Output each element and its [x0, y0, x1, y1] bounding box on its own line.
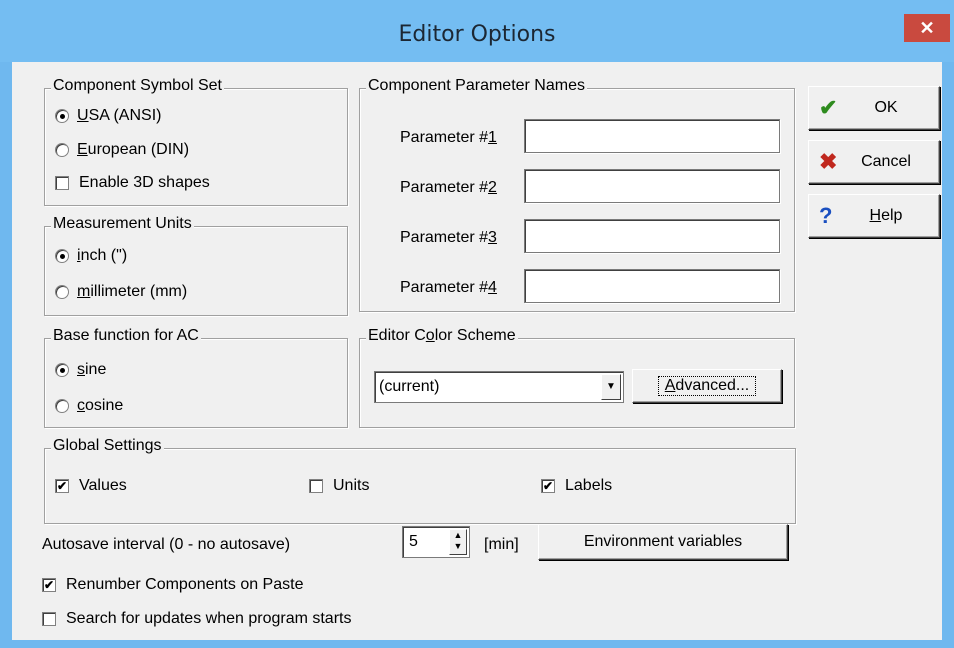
- question-icon: ?: [819, 203, 833, 228]
- autosave-interval-spinner[interactable]: 5 ▲ ▼: [402, 526, 470, 558]
- ac-function-title: Base function for AC: [51, 327, 201, 345]
- radio-cosine[interactable]: cosine: [55, 397, 123, 415]
- cancel-button[interactable]: ✖ Cancel: [808, 140, 940, 184]
- checkbox-box[interactable]: [309, 479, 323, 493]
- parameter-3-input[interactable]: [524, 219, 780, 253]
- param-names-group: Component Parameter Names Parameter #1 P…: [359, 77, 795, 312]
- radio-indicator[interactable]: [55, 249, 69, 263]
- close-icon: ✕: [919, 18, 935, 38]
- radio-european-din[interactable]: European (DIN): [55, 141, 189, 159]
- param-names-title: Component Parameter Names: [366, 77, 587, 95]
- chevron-down-icon[interactable]: ▼: [601, 374, 621, 400]
- radio-sine[interactable]: sine: [55, 361, 106, 379]
- symbol-set-group: Component Symbol Set USA (ANSI) European…: [44, 77, 348, 206]
- parameter-2-label: Parameter #2: [400, 179, 497, 196]
- x-icon: ✖: [819, 149, 838, 174]
- radio-indicator[interactable]: [55, 363, 69, 377]
- checkbox-units[interactable]: Units: [309, 477, 369, 495]
- autosave-unit: [min]: [484, 536, 519, 553]
- help-button[interactable]: ? Help: [808, 194, 940, 238]
- radio-label: inch ("): [77, 247, 128, 264]
- units-title: Measurement Units: [51, 215, 194, 233]
- help-label: Help: [869, 207, 903, 224]
- autosave-value: 5: [409, 533, 418, 550]
- checkbox-labels[interactable]: ✔ Labels: [541, 477, 612, 495]
- ac-function-group: Base function for AC sine cosine: [44, 327, 348, 428]
- checkbox-box[interactable]: ✔: [42, 578, 56, 592]
- radio-label: USA (ANSI): [77, 107, 162, 124]
- parameter-2-input[interactable]: [524, 169, 780, 203]
- checkbox-label: Search for updates when program starts: [66, 610, 352, 627]
- color-scheme-title: Editor Color Scheme: [366, 327, 518, 345]
- checkbox-label: Renumber Components on Paste: [66, 576, 304, 593]
- dialog-client-area: Component Symbol Set USA (ANSI) European…: [12, 62, 942, 640]
- radio-label: millimeter (mm): [77, 283, 188, 300]
- radio-usa-ansi[interactable]: USA (ANSI): [55, 107, 161, 125]
- ok-label: OK: [874, 99, 898, 116]
- radio-indicator[interactable]: [55, 143, 69, 157]
- parameter-1-label: Parameter #1: [400, 129, 497, 146]
- radio-label: cosine: [77, 397, 124, 414]
- color-scheme-select[interactable]: (current) ▼: [374, 371, 624, 403]
- checkbox-search-updates[interactable]: Search for updates when program starts: [42, 610, 351, 628]
- checkbox-enable-3d[interactable]: Enable 3D shapes: [55, 174, 210, 192]
- radio-indicator[interactable]: [55, 399, 69, 413]
- close-button[interactable]: ✕: [904, 14, 950, 42]
- checkbox-box[interactable]: [55, 176, 69, 190]
- spin-arrows-icon[interactable]: ▲ ▼: [449, 529, 467, 555]
- radio-indicator[interactable]: [55, 109, 69, 123]
- parameter-1-input[interactable]: [524, 119, 780, 153]
- environment-variables-label: Environment variables: [583, 533, 743, 550]
- symbol-set-title: Component Symbol Set: [51, 77, 224, 95]
- units-group: Measurement Units inch (") millimeter (m…: [44, 215, 348, 316]
- radio-indicator[interactable]: [55, 285, 69, 299]
- checkbox-values[interactable]: ✔ Values: [55, 477, 127, 495]
- checkbox-box[interactable]: ✔: [55, 479, 69, 493]
- autosave-label: Autosave interval (0 - no autosave): [42, 536, 291, 553]
- parameter-4-label: Parameter #4: [400, 279, 497, 296]
- parameter-3-label: Parameter #3: [400, 229, 497, 246]
- checkbox-label: Units: [333, 477, 370, 494]
- cancel-label: Cancel: [861, 153, 911, 170]
- title-bar[interactable]: Editor Options ✕: [0, 0, 954, 62]
- advanced-button[interactable]: Advanced...: [632, 369, 782, 403]
- color-scheme-group: Editor Color Scheme (current) ▼ Advanced…: [359, 327, 795, 428]
- checkmark-icon: ✔: [819, 95, 838, 120]
- global-settings-group: Global Settings ✔ Values Units ✔ Labels: [44, 437, 796, 524]
- checkbox-label: Enable 3D shapes: [79, 174, 210, 191]
- global-settings-title: Global Settings: [51, 437, 164, 455]
- advanced-label: Advanced...: [657, 376, 757, 396]
- ok-button[interactable]: ✔ OK: [808, 86, 940, 130]
- checkbox-renumber[interactable]: ✔ Renumber Components on Paste: [42, 576, 303, 594]
- environment-variables-button[interactable]: Environment variables: [538, 524, 788, 560]
- checkbox-label: Values: [79, 477, 127, 494]
- color-scheme-value: (current): [379, 378, 440, 395]
- checkbox-label: Labels: [565, 477, 613, 494]
- editor-options-window: Editor Options ✕ Component Symbol Set US…: [0, 0, 954, 648]
- radio-label: sine: [77, 361, 107, 378]
- checkbox-box[interactable]: [42, 612, 56, 626]
- radio-millimeter[interactable]: millimeter (mm): [55, 283, 187, 301]
- radio-inch[interactable]: inch ("): [55, 247, 127, 265]
- window-title: Editor Options: [398, 22, 556, 47]
- radio-label: European (DIN): [77, 141, 190, 158]
- checkbox-box[interactable]: ✔: [541, 479, 555, 493]
- parameter-4-input[interactable]: [524, 269, 780, 303]
